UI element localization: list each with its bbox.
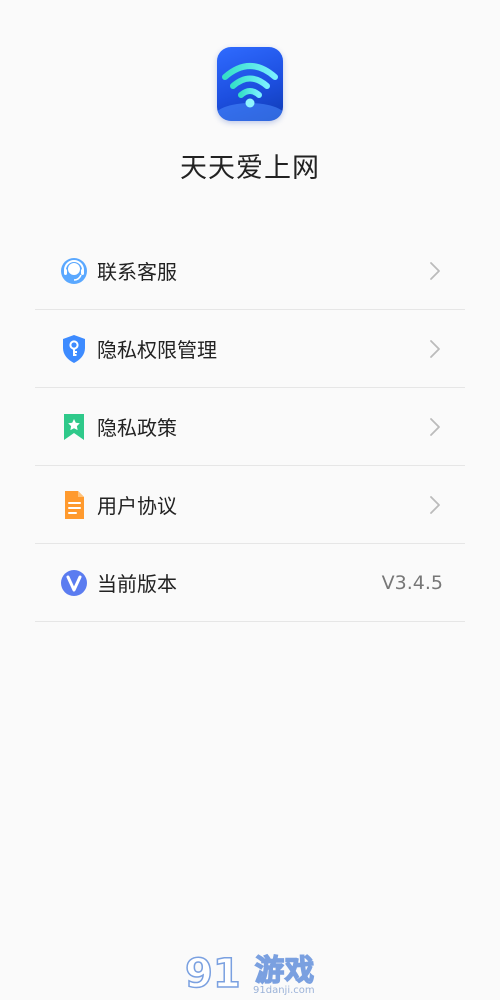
document-icon — [60, 490, 88, 520]
current-version-item: 当前版本 V3.4.5 — [35, 544, 465, 622]
privacy-permission-item[interactable]: 隐私权限管理 — [35, 310, 465, 388]
watermark-text: 游戏 — [254, 952, 316, 988]
privacy-policy-label: 隐私政策 — [97, 416, 177, 440]
bookmark-star-icon — [60, 412, 88, 442]
shield-key-icon — [60, 334, 88, 364]
chevron-right-icon — [430, 495, 440, 514]
privacy-policy-item[interactable]: 隐私政策 — [35, 388, 465, 466]
privacy-permission-label: 隐私权限管理 — [97, 338, 217, 362]
watermark-logo-icon: 91 — [184, 950, 241, 998]
headset-icon — [60, 256, 88, 286]
user-agreement-label: 用户协议 — [97, 494, 177, 518]
app-name: 天天爱上网 — [180, 153, 320, 184]
contact-support-item[interactable]: 联系客服 — [35, 232, 465, 310]
current-version-label: 当前版本 — [97, 572, 177, 596]
watermark-number: 91 — [185, 951, 241, 997]
app-logo-icon — [217, 47, 283, 121]
user-agreement-item[interactable]: 用户协议 — [35, 466, 465, 544]
chevron-right-icon — [430, 339, 440, 358]
about-page: 天天爱上网 联系客服 隐私权限管理 隐私政策 用户协议 当前版本 V3.4.5 … — [0, 0, 500, 1000]
v-logo-icon — [60, 568, 88, 598]
chevron-right-icon — [430, 261, 440, 280]
watermark-subtext: 91danji.com — [253, 985, 315, 996]
settings-menu: 联系客服 隐私权限管理 隐私政策 用户协议 当前版本 V3.4.5 — [35, 232, 465, 622]
chevron-right-icon — [430, 417, 440, 436]
site-watermark: 91 游戏 91danji.com — [183, 947, 323, 998]
contact-support-label: 联系客服 — [97, 260, 177, 284]
version-number: V3.4.5 — [381, 571, 443, 594]
